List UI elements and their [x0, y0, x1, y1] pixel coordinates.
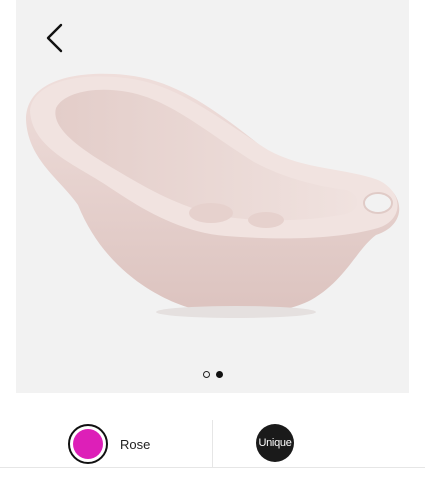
color-options: Rose Unique [0, 420, 425, 467]
color-option-unique[interactable]: Unique [256, 424, 294, 462]
carousel-indicator [16, 371, 409, 378]
chevron-left-icon [46, 23, 63, 53]
back-button[interactable] [36, 20, 72, 56]
product-image [26, 73, 400, 318]
color-swatch-selected[interactable] [68, 424, 108, 464]
color-option-rose[interactable]: Rose [68, 422, 150, 466]
color-label-rose: Rose [120, 436, 151, 452]
product-gallery[interactable] [16, 0, 409, 393]
color-label-unique: Unique [258, 437, 292, 449]
options-divider [212, 420, 213, 467]
carousel-dot-active[interactable] [215, 371, 223, 378]
bottom-divider [0, 467, 425, 468]
rose-swatch [73, 429, 103, 459]
carousel-dot[interactable] [202, 371, 210, 378]
